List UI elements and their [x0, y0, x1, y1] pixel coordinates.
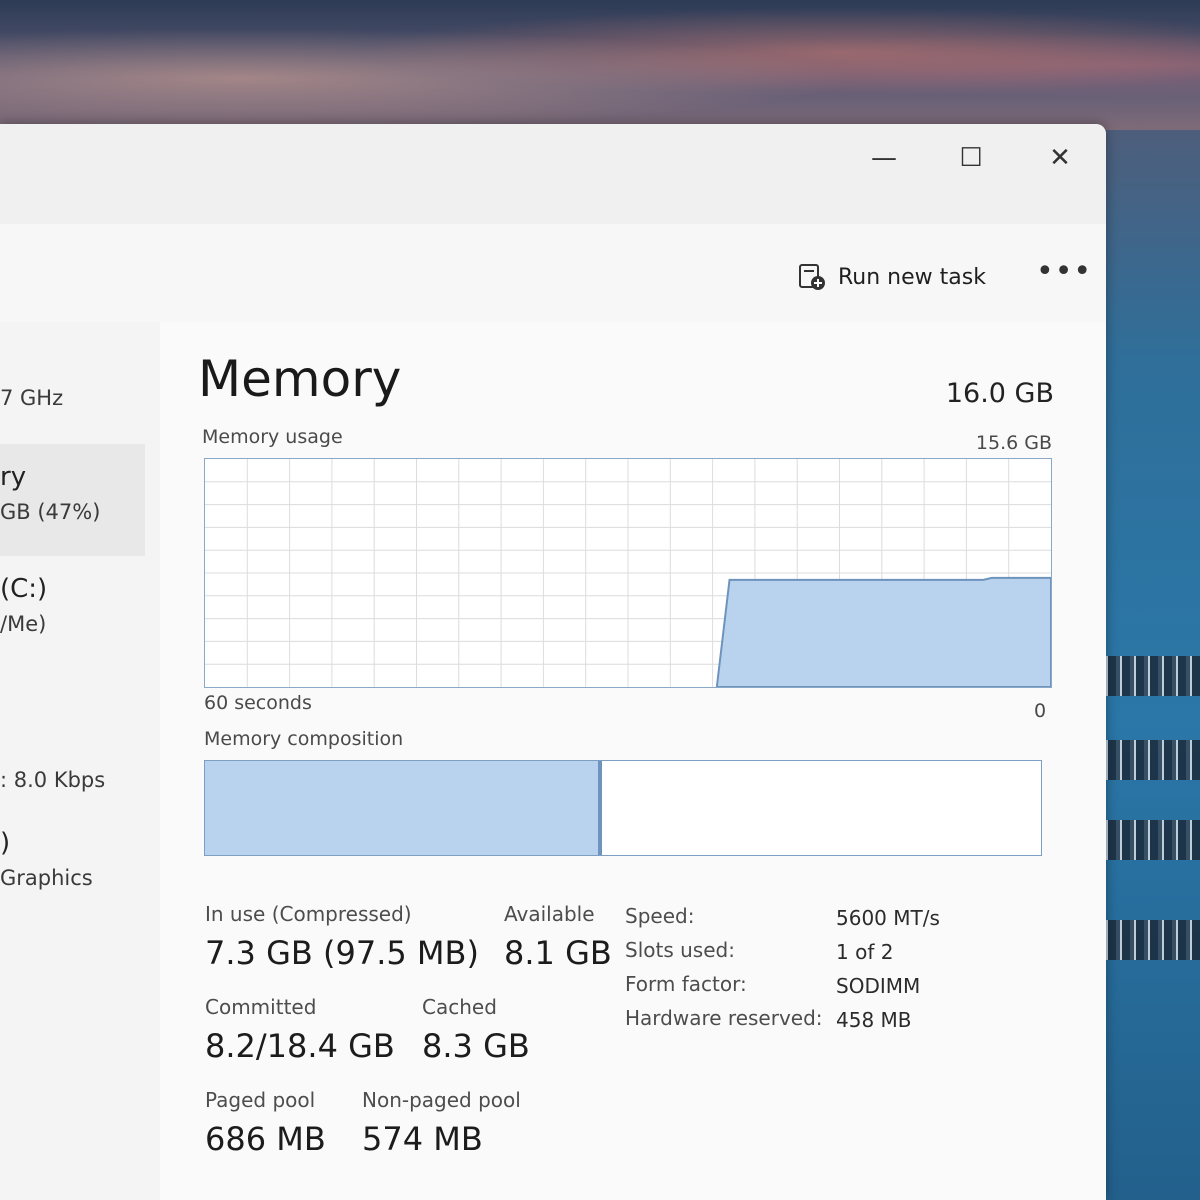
memory-composition-bar	[204, 760, 1042, 856]
spec-slots-value: 1 of 2	[836, 940, 894, 964]
run-new-task-button[interactable]: Run new task	[798, 260, 986, 294]
spec-slots-label: Slots used:	[625, 938, 735, 962]
memory-total: 16.0 GB	[945, 378, 1054, 409]
desktop-wallpaper-sky	[0, 0, 1200, 130]
cached-label: Cached	[422, 995, 497, 1019]
sidebar-item-memory-title: ry	[0, 462, 27, 492]
sidebar-item-disk-sub: /Me)	[0, 612, 47, 636]
maximize-button[interactable]: ☐	[941, 138, 1001, 178]
spec-hw-reserved-label: Hardware reserved:	[625, 1006, 823, 1030]
memory-composition-label: Memory composition	[204, 728, 404, 750]
spec-form-value: SODIMM	[836, 974, 921, 998]
page-title: Memory	[198, 350, 402, 408]
in-use-label: In use (Compressed)	[205, 902, 412, 926]
paged-pool-value: 686 MB	[205, 1120, 326, 1158]
minimize-button[interactable]: —	[854, 138, 914, 178]
graph-zero-label: 0	[1034, 700, 1047, 722]
run-new-task-label: Run new task	[838, 264, 986, 290]
sidebar-item-memory-sub: GB (47%)	[0, 500, 101, 524]
memory-usage-graph	[204, 458, 1052, 688]
memory-usage-label: Memory usage	[202, 426, 343, 448]
committed-label: Committed	[205, 995, 317, 1019]
memory-in-use-segment	[205, 761, 602, 855]
memory-usage-area	[715, 576, 1052, 688]
sidebar-item-cpu[interactable]: 7 GHz	[0, 386, 63, 410]
sidebar-item-gpu-title[interactable]: )	[0, 828, 10, 858]
spec-speed-value: 5600 MT/s	[836, 906, 940, 930]
more-options-icon[interactable]: •••	[1036, 254, 1092, 289]
sidebar-item-label: 7 GHz	[0, 386, 64, 410]
memory-usage-max: 15.6 GB	[975, 432, 1052, 454]
sidebar-item-disk-title[interactable]: (C:)	[0, 574, 47, 604]
graph-time-label: 60 seconds	[204, 692, 312, 714]
in-use-value: 7.3 GB (97.5 MB)	[205, 934, 479, 972]
committed-value: 8.2/18.4 GB	[205, 1027, 395, 1065]
nonpaged-pool-value: 574 MB	[362, 1120, 483, 1158]
sidebar-item-network-sub[interactable]: : 8.0 Kbps	[0, 768, 105, 792]
sidebar-item-gpu-sub: Graphics	[0, 866, 93, 890]
close-button[interactable]: ✕	[1030, 138, 1090, 178]
performance-sidebar: 7 GHz ry GB (47%) (C:) /Me) : 8.0 Kbps )…	[0, 322, 160, 1200]
available-label: Available	[504, 902, 595, 926]
memory-usage-chart	[205, 459, 1052, 688]
memory-panel: Memory 16.0 GB Memory usage 15.6 GB 60 s…	[160, 322, 1106, 1200]
toolbar: Run new task •••	[0, 224, 1106, 323]
run-task-icon	[798, 263, 826, 291]
task-manager-window: — ☐ ✕ Run new task ••• 7 GHz ry GB (47%)…	[0, 124, 1106, 1200]
nonpaged-pool-label: Non-paged pool	[362, 1088, 521, 1112]
spec-speed-label: Speed:	[625, 904, 695, 928]
spec-hw-reserved-value: 458 MB	[836, 1008, 912, 1032]
paged-pool-label: Paged pool	[205, 1088, 316, 1112]
title-bar: — ☐ ✕	[0, 124, 1106, 224]
cached-value: 8.3 GB	[422, 1027, 530, 1065]
available-value: 8.1 GB	[504, 934, 612, 972]
spec-form-label: Form factor:	[625, 972, 747, 996]
